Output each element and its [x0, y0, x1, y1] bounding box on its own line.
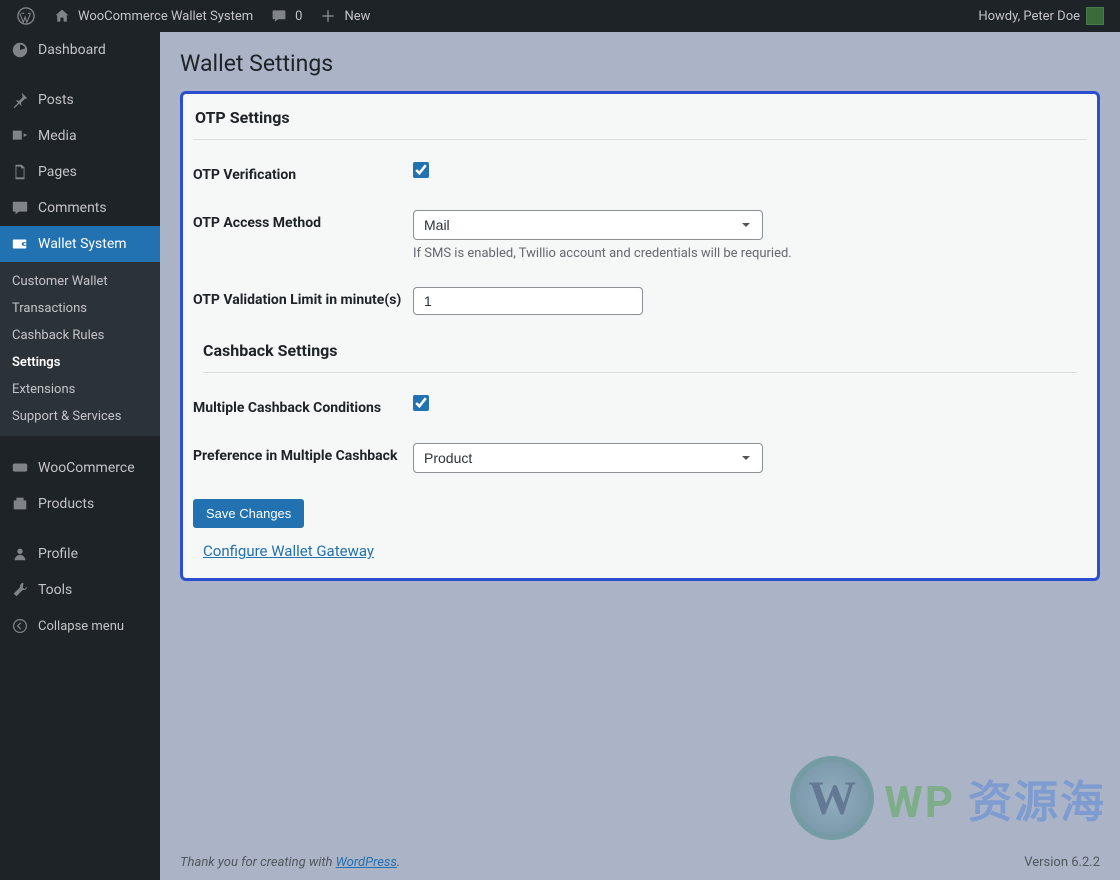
- multiple-cashback-checkbox[interactable]: [413, 395, 429, 411]
- dashboard-icon: [10, 40, 30, 60]
- divider: [203, 372, 1077, 373]
- comment-icon: [10, 198, 30, 218]
- sidebar-item-tools[interactable]: Tools: [0, 572, 160, 608]
- otp-verification-label: OTP Verification: [193, 162, 413, 184]
- otp-validation-limit-input[interactable]: [413, 287, 643, 315]
- preference-cashback-row: Preference in Multiple Cashback Product: [193, 443, 1087, 499]
- sidebar-item-label: Comments: [38, 200, 107, 216]
- main-content: Wallet Settings OTP Settings OTP Verific…: [160, 32, 1120, 880]
- sidebar-item-media[interactable]: Media: [0, 118, 160, 154]
- collapse-icon: [10, 616, 30, 636]
- site-name-menu[interactable]: WooCommerce Wallet System: [44, 0, 261, 32]
- admin-sidebar: Dashboard Posts Media Pages Comments Wal…: [0, 32, 160, 880]
- submenu-customer-wallet[interactable]: Customer Wallet: [0, 268, 160, 295]
- wordpress-icon: [16, 6, 36, 26]
- howdy-text: Howdy, Peter Doe: [978, 9, 1080, 24]
- multiple-cashback-label: Multiple Cashback Conditions: [193, 395, 413, 417]
- tools-icon: [10, 580, 30, 600]
- submenu-extensions[interactable]: Extensions: [0, 376, 160, 403]
- watermark: W WP 资源海: [790, 756, 1106, 840]
- admin-bar: WooCommerce Wallet System 0 New Howdy, P…: [0, 0, 1120, 32]
- submenu-cashback-rules[interactable]: Cashback Rules: [0, 322, 160, 349]
- otp-access-method-label: OTP Access Method: [193, 210, 413, 232]
- otp-verification-row: OTP Verification: [193, 162, 1087, 210]
- pin-icon: [10, 90, 30, 110]
- configure-gateway-link[interactable]: Configure Wallet Gateway: [203, 542, 374, 560]
- sidebar-item-products[interactable]: Products: [0, 486, 160, 522]
- submenu-settings[interactable]: Settings: [0, 349, 160, 376]
- sidebar-item-label: Media: [38, 128, 77, 144]
- submenu-transactions[interactable]: Transactions: [0, 295, 160, 322]
- products-icon: [10, 494, 30, 514]
- plus-icon: [318, 6, 338, 26]
- avatar: [1086, 7, 1104, 25]
- sidebar-item-label: WooCommerce: [38, 460, 135, 476]
- sidebar-item-posts[interactable]: Posts: [0, 82, 160, 118]
- wordpress-link[interactable]: WordPress: [336, 855, 397, 870]
- sidebar-item-woocommerce[interactable]: WooCommerce: [0, 450, 160, 486]
- submenu-support[interactable]: Support & Services: [0, 403, 160, 430]
- footer-version: Version 6.2.2: [1024, 855, 1100, 870]
- sidebar-item-label: Tools: [38, 582, 72, 598]
- admin-bar-right: Howdy, Peter Doe: [970, 0, 1112, 32]
- otp-verification-checkbox[interactable]: [413, 162, 429, 178]
- sidebar-item-label: Posts: [38, 92, 74, 108]
- sidebar-item-label: Profile: [38, 546, 78, 562]
- preference-cashback-label: Preference in Multiple Cashback: [193, 443, 413, 465]
- admin-bar-left: WooCommerce Wallet System 0 New: [8, 0, 378, 32]
- otp-access-method-row: OTP Access Method Mail If SMS is enabled…: [193, 210, 1087, 287]
- preference-cashback-select[interactable]: Product: [413, 443, 763, 473]
- wallet-icon: [10, 234, 30, 254]
- otp-validation-limit-row: OTP Validation Limit in minute(s): [193, 287, 1087, 341]
- sidebar-item-label: Dashboard: [38, 42, 106, 58]
- sidebar-item-label: Wallet System: [38, 236, 127, 252]
- home-icon: [52, 6, 72, 26]
- sidebar-item-pages[interactable]: Pages: [0, 154, 160, 190]
- watermark-text: WP 资源海: [884, 766, 1106, 830]
- watermark-logo: W: [790, 756, 874, 840]
- profile-icon: [10, 544, 30, 564]
- settings-panel: OTP Settings OTP Verification OTP Access…: [180, 91, 1100, 581]
- sidebar-item-comments[interactable]: Comments: [0, 190, 160, 226]
- cashback-section-title: Cashback Settings: [193, 341, 1087, 360]
- wp-logo-menu[interactable]: [8, 0, 44, 32]
- sidebar-item-label: Products: [38, 496, 94, 512]
- sidebar-item-profile[interactable]: Profile: [0, 536, 160, 572]
- comments-count: 0: [295, 9, 302, 24]
- site-name: WooCommerce Wallet System: [78, 9, 253, 24]
- collapse-label: Collapse menu: [38, 619, 124, 634]
- otp-section-title: OTP Settings: [193, 108, 1087, 127]
- sidebar-item-dashboard[interactable]: Dashboard: [0, 32, 160, 68]
- comment-icon: [269, 6, 289, 26]
- footer: Thank you for creating with WordPress. V…: [160, 847, 1120, 880]
- page-title: Wallet Settings: [160, 32, 1120, 91]
- comments-menu[interactable]: 0: [261, 0, 310, 32]
- pages-icon: [10, 162, 30, 182]
- otp-access-method-desc: If SMS is enabled, Twillio account and c…: [413, 246, 1087, 261]
- new-content-menu[interactable]: New: [310, 0, 378, 32]
- otp-access-method-select[interactable]: Mail: [413, 210, 763, 240]
- new-label: New: [344, 9, 370, 24]
- sidebar-item-wallet-system[interactable]: Wallet System: [0, 226, 160, 262]
- multiple-cashback-row: Multiple Cashback Conditions: [193, 395, 1087, 443]
- collapse-menu[interactable]: Collapse menu: [0, 608, 160, 644]
- save-button[interactable]: Save Changes: [193, 499, 304, 528]
- footer-thanks: Thank you for creating with WordPress.: [180, 855, 400, 870]
- otp-validation-limit-label: OTP Validation Limit in minute(s): [193, 287, 413, 309]
- my-account-menu[interactable]: Howdy, Peter Doe: [970, 0, 1112, 32]
- woocommerce-icon: [10, 458, 30, 478]
- divider: [193, 139, 1087, 140]
- wallet-system-submenu: Customer Wallet Transactions Cashback Ru…: [0, 262, 160, 436]
- media-icon: [10, 126, 30, 146]
- sidebar-item-label: Pages: [38, 164, 77, 180]
